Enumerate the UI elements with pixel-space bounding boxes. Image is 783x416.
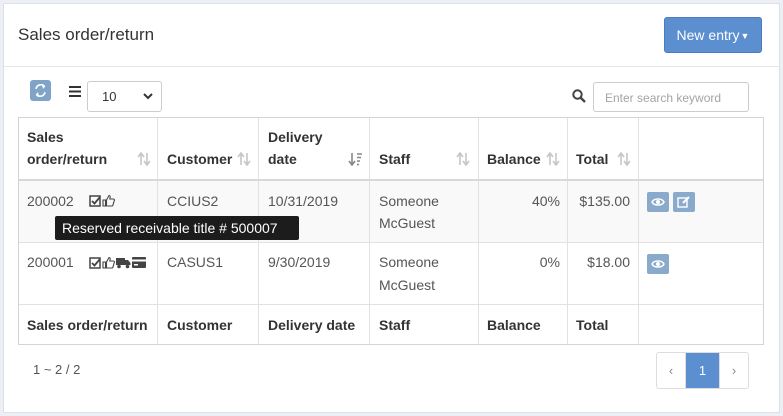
view-button[interactable]: [647, 254, 669, 274]
thumbs-up-icon: [102, 256, 115, 269]
column-divider: [369, 118, 370, 344]
row-divider: [19, 242, 763, 243]
header-delivery-line1[interactable]: Delivery: [268, 126, 322, 148]
check-square-icon: [89, 194, 101, 207]
header-balance[interactable]: Balance: [487, 148, 541, 170]
sort-desc-icon[interactable]: [348, 152, 362, 166]
sort-icon[interactable]: [546, 152, 560, 166]
order-number[interactable]: 200001: [27, 251, 74, 273]
total: $135.00: [579, 193, 630, 209]
row-divider: [19, 304, 763, 305]
check-square-icon: [89, 256, 101, 269]
view-button[interactable]: [647, 192, 669, 212]
header-divider: [19, 179, 763, 181]
page-title: Sales order/return: [18, 25, 155, 44]
search-placeholder: Enter search keyword: [605, 91, 722, 105]
new-entry-label: New entry: [676, 27, 740, 43]
staff-line1: Someone: [379, 193, 439, 209]
edit-icon: [677, 196, 690, 208]
header-sales-order-line1[interactable]: Sales: [27, 126, 64, 148]
delivery-date: 10/31/2019: [268, 193, 339, 209]
status-icons: [89, 194, 115, 207]
footer-balance: Balance: [487, 317, 541, 333]
footer-delivery-date: Delivery date: [268, 317, 356, 333]
prev-page-button[interactable]: ‹: [657, 353, 686, 388]
credit-card-icon: [132, 257, 146, 268]
eye-icon: [651, 198, 665, 206]
staff-line2: McGuest: [379, 215, 436, 231]
header-customer[interactable]: Customer: [167, 148, 232, 170]
edit-button[interactable]: [673, 192, 695, 212]
footer-sales-order: Sales order/return: [27, 317, 148, 333]
thumbs-up-icon: [102, 194, 115, 207]
order-number[interactable]: 200002: [27, 190, 74, 212]
sort-icon[interactable]: [456, 152, 470, 166]
panel-header: Sales order/return New entry▼: [4, 4, 779, 67]
pagination-info: 1 ~ 2 / 2: [33, 362, 81, 377]
staff-line1: Someone: [379, 254, 439, 270]
delivery-date: 9/30/2019: [268, 254, 331, 270]
tooltip: Reserved receivable title # 500007: [55, 216, 299, 240]
header-delivery-line2[interactable]: date: [268, 148, 297, 170]
total: $18.00: [587, 254, 630, 270]
header-sales-order-line2[interactable]: order/return: [27, 148, 107, 170]
refresh-button[interactable]: [30, 80, 51, 101]
column-divider: [638, 118, 639, 344]
caret-down-icon: ▼: [740, 31, 750, 41]
footer-customer: Customer: [167, 317, 233, 333]
balance: 40%: [531, 193, 560, 209]
sort-icon[interactable]: [137, 152, 151, 166]
refresh-icon: [35, 84, 46, 97]
chevron-down-icon: [143, 93, 153, 100]
page-size-value: 10: [102, 89, 117, 104]
balance: 0%: [539, 254, 560, 270]
search-icon: [572, 89, 586, 103]
column-divider: [478, 118, 479, 344]
footer-staff: Staff: [379, 317, 411, 333]
page-size-select[interactable]: 10: [87, 81, 162, 112]
customer: CCIUS2: [167, 193, 219, 209]
search-input[interactable]: Enter search keyword: [593, 82, 749, 112]
truck-icon: [116, 257, 131, 268]
new-entry-button[interactable]: New entry▼: [664, 17, 762, 53]
page-button[interactable]: 1: [686, 353, 719, 388]
header-staff[interactable]: Staff: [379, 148, 410, 170]
sort-icon[interactable]: [237, 152, 251, 166]
eye-icon: [651, 260, 665, 268]
staff-line2: McGuest: [379, 277, 436, 293]
column-divider: [567, 118, 568, 344]
sort-icon[interactable]: [617, 152, 631, 166]
customer: CASUS1: [167, 254, 224, 270]
status-icons: [89, 256, 146, 269]
header-total[interactable]: Total: [576, 148, 608, 170]
next-page-button[interactable]: ›: [719, 353, 748, 388]
footer-total: Total: [576, 317, 609, 333]
pagination: ‹ 1 ›: [656, 352, 749, 389]
list-icon: [69, 86, 81, 97]
